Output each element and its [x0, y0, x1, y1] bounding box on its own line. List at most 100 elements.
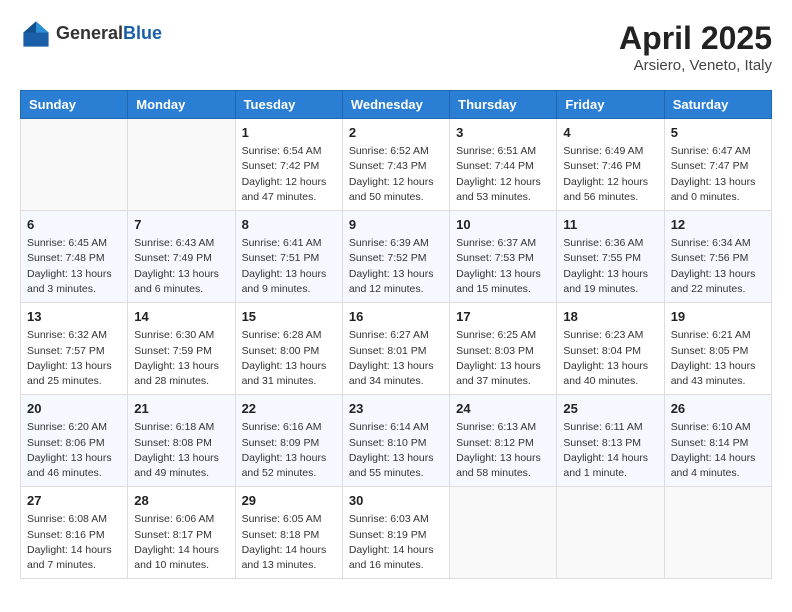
day-number: 23 — [349, 400, 443, 418]
day-number: 2 — [349, 124, 443, 142]
calendar-cell: 16 Sunrise: 6:27 AM Sunset: 8:01 PM Dayli… — [342, 303, 449, 395]
calendar-cell: 7 Sunrise: 6:43 AM Sunset: 7:49 PM Daylig… — [128, 211, 235, 303]
weekday-header-friday: Friday — [557, 91, 664, 119]
day-info: Sunrise: 6:08 AM Sunset: 8:16 PM Dayligh… — [27, 512, 121, 573]
calendar-cell: 26 Sunrise: 6:10 AM Sunset: 8:14 PM Dayli… — [664, 395, 771, 487]
calendar-cell: 5 Sunrise: 6:47 AM Sunset: 7:47 PM Daylig… — [664, 119, 771, 211]
calendar-cell: 29Sunrise: 6:05 AM Sunset: 8:18 PM Dayli… — [235, 487, 342, 579]
calendar-cell: 28 Sunrise: 6:06 AM Sunset: 8:17 PM Dayli… — [128, 487, 235, 579]
day-number: 3 — [456, 124, 550, 142]
calendar-cell — [557, 487, 664, 579]
day-info: Sunrise: 6:36 AM Sunset: 7:55 PM Dayligh… — [563, 236, 657, 297]
calendar-cell: 1 Sunrise: 6:54 AM Sunset: 7:42 PM Daylig… — [235, 119, 342, 211]
day-info: Sunrise: 6:16 AM Sunset: 8:09 PM Dayligh… — [242, 420, 336, 481]
day-info: Sunrise: 6:47 AM Sunset: 7:47 PM Dayligh… — [671, 144, 765, 205]
calendar-week-3: 13 Sunrise: 6:32 AM Sunset: 7:57 PM Dayli… — [21, 303, 772, 395]
day-info: Sunrise: 6:45 AM Sunset: 7:48 PM Dayligh… — [27, 236, 121, 297]
day-number: 5 — [671, 124, 765, 142]
day-number: 18 — [563, 308, 657, 326]
calendar-cell: 4 Sunrise: 6:49 AM Sunset: 7:46 PM Daylig… — [557, 119, 664, 211]
day-number: 15 — [242, 308, 336, 326]
day-info: Sunrise: 6:51 AM Sunset: 7:44 PM Dayligh… — [456, 144, 550, 205]
calendar-cell: 18Sunrise: 6:23 AM Sunset: 8:04 PM Dayli… — [557, 303, 664, 395]
calendar-week-4: 20 Sunrise: 6:20 AM Sunset: 8:06 PM Dayli… — [21, 395, 772, 487]
logo-general: General — [56, 24, 123, 44]
calendar-cell: 13 Sunrise: 6:32 AM Sunset: 7:57 PM Dayli… — [21, 303, 128, 395]
calendar-cell: 15 Sunrise: 6:28 AM Sunset: 8:00 PM Dayli… — [235, 303, 342, 395]
day-number: 17 — [456, 308, 550, 326]
calendar-cell: 6 Sunrise: 6:45 AM Sunset: 7:48 PM Daylig… — [21, 211, 128, 303]
day-number: 19 — [671, 308, 765, 326]
day-number: 1 — [242, 124, 336, 142]
day-number: 16 — [349, 308, 443, 326]
day-number: 11 — [563, 216, 657, 234]
day-info: Sunrise: 6:39 AM Sunset: 7:52 PM Dayligh… — [349, 236, 443, 297]
weekday-header-sunday: Sunday — [21, 91, 128, 119]
calendar-cell: 21 Sunrise: 6:18 AM Sunset: 8:08 PM Dayli… — [128, 395, 235, 487]
calendar-cell: 20 Sunrise: 6:20 AM Sunset: 8:06 PM Dayli… — [21, 395, 128, 487]
day-info: Sunrise: 6:13 AM Sunset: 8:12 PM Dayligh… — [456, 420, 550, 481]
day-info: Sunrise: 6:21 AM Sunset: 8:05 PM Dayligh… — [671, 328, 765, 389]
day-number: 26 — [671, 400, 765, 418]
calendar-cell: 25 Sunrise: 6:11 AM Sunset: 8:13 PM Dayli… — [557, 395, 664, 487]
day-info: Sunrise: 6:03 AM Sunset: 8:19 PM Dayligh… — [349, 512, 443, 573]
calendar-cell: 27 Sunrise: 6:08 AM Sunset: 8:16 PM Dayli… — [21, 487, 128, 579]
day-number: 27 — [27, 492, 121, 510]
day-number: 6 — [27, 216, 121, 234]
day-info: Sunrise: 6:41 AM Sunset: 7:51 PM Dayligh… — [242, 236, 336, 297]
day-number: 28 — [134, 492, 228, 510]
day-number: 24 — [456, 400, 550, 418]
calendar-cell: 8 Sunrise: 6:41 AM Sunset: 7:51 PM Daylig… — [235, 211, 342, 303]
calendar-cell: 22Sunrise: 6:16 AM Sunset: 8:09 PM Dayli… — [235, 395, 342, 487]
page-subtitle: Arsiero, Veneto, Italy — [619, 57, 772, 74]
day-number: 4 — [563, 124, 657, 142]
logo: General Blue — [20, 20, 162, 48]
logo-blue: Blue — [123, 24, 162, 44]
weekday-header-tuesday: Tuesday — [235, 91, 342, 119]
calendar-cell — [128, 119, 235, 211]
day-info: Sunrise: 6:10 AM Sunset: 8:14 PM Dayligh… — [671, 420, 765, 481]
day-info: Sunrise: 6:05 AM Sunset: 8:18 PM Dayligh… — [242, 512, 336, 573]
logo-text: General Blue — [56, 24, 162, 44]
day-number: 14 — [134, 308, 228, 326]
day-number: 13 — [27, 308, 121, 326]
calendar-cell — [21, 119, 128, 211]
day-info: Sunrise: 6:43 AM Sunset: 7:49 PM Dayligh… — [134, 236, 228, 297]
day-info: Sunrise: 6:49 AM Sunset: 7:46 PM Dayligh… — [563, 144, 657, 205]
day-info: Sunrise: 6:27 AM Sunset: 8:01 PM Dayligh… — [349, 328, 443, 389]
day-info: Sunrise: 6:32 AM Sunset: 7:57 PM Dayligh… — [27, 328, 121, 389]
day-info: Sunrise: 6:11 AM Sunset: 8:13 PM Dayligh… — [563, 420, 657, 481]
calendar-cell: 19 Sunrise: 6:21 AM Sunset: 8:05 PM Dayli… — [664, 303, 771, 395]
calendar-week-5: 27 Sunrise: 6:08 AM Sunset: 8:16 PM Dayli… — [21, 487, 772, 579]
day-number: 10 — [456, 216, 550, 234]
calendar-cell: 24 Sunrise: 6:13 AM Sunset: 8:12 PM Dayli… — [450, 395, 557, 487]
logo-icon — [22, 20, 50, 48]
calendar-cell — [664, 487, 771, 579]
calendar-cell: 14Sunrise: 6:30 AM Sunset: 7:59 PM Dayli… — [128, 303, 235, 395]
day-info: Sunrise: 6:28 AM Sunset: 8:00 PM Dayligh… — [242, 328, 336, 389]
day-number: 7 — [134, 216, 228, 234]
day-info: Sunrise: 6:20 AM Sunset: 8:06 PM Dayligh… — [27, 420, 121, 481]
calendar-week-2: 6 Sunrise: 6:45 AM Sunset: 7:48 PM Daylig… — [21, 211, 772, 303]
calendar-cell: 17 Sunrise: 6:25 AM Sunset: 8:03 PM Dayli… — [450, 303, 557, 395]
calendar-cell: 12Sunrise: 6:34 AM Sunset: 7:56 PM Dayli… — [664, 211, 771, 303]
day-info: Sunrise: 6:54 AM Sunset: 7:42 PM Dayligh… — [242, 144, 336, 205]
calendar-table: SundayMondayTuesdayWednesdayThursdayFrid… — [20, 90, 772, 579]
day-info: Sunrise: 6:06 AM Sunset: 8:17 PM Dayligh… — [134, 512, 228, 573]
title-block: April 2025 Arsiero, Veneto, Italy — [619, 20, 772, 74]
day-number: 12 — [671, 216, 765, 234]
calendar-cell: 2Sunrise: 6:52 AM Sunset: 7:43 PM Daylig… — [342, 119, 449, 211]
page-header: General Blue April 2025 Arsiero, Veneto,… — [20, 20, 772, 74]
calendar-cell: 23Sunrise: 6:14 AM Sunset: 8:10 PM Dayli… — [342, 395, 449, 487]
page-title: April 2025 — [619, 20, 772, 57]
weekday-header-saturday: Saturday — [664, 91, 771, 119]
day-number: 25 — [563, 400, 657, 418]
day-number: 21 — [134, 400, 228, 418]
day-number: 8 — [242, 216, 336, 234]
day-info: Sunrise: 6:25 AM Sunset: 8:03 PM Dayligh… — [456, 328, 550, 389]
day-number: 9 — [349, 216, 443, 234]
day-number: 20 — [27, 400, 121, 418]
day-info: Sunrise: 6:18 AM Sunset: 8:08 PM Dayligh… — [134, 420, 228, 481]
day-number: 30 — [349, 492, 443, 510]
calendar-cell: 3 Sunrise: 6:51 AM Sunset: 7:44 PM Daylig… — [450, 119, 557, 211]
